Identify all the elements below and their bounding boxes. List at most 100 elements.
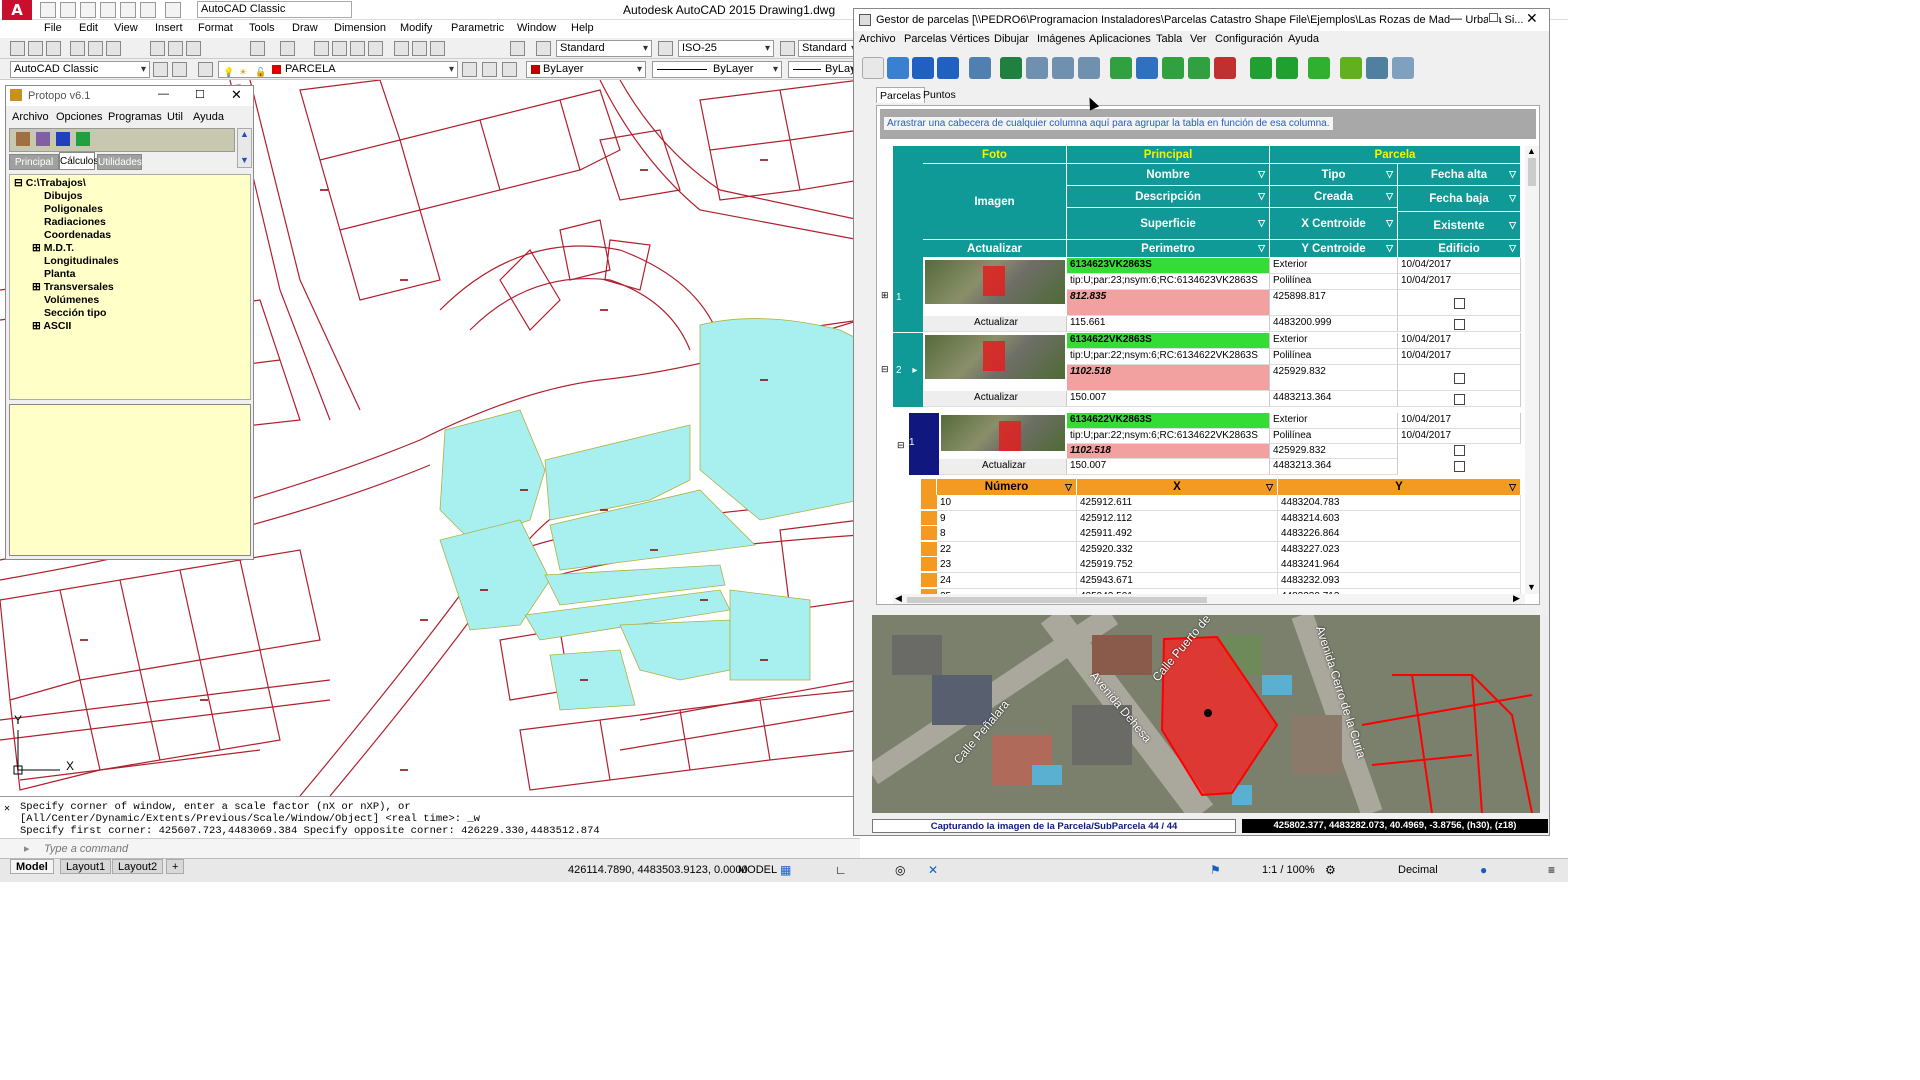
tree-item-volumenes[interactable]: Volúmenes (44, 294, 99, 306)
menu-edit[interactable]: Edit (79, 22, 98, 34)
ortho-icon[interactable]: ∟ (835, 863, 847, 877)
cell-fecha-alta[interactable]: 10/04/2017 (1398, 333, 1521, 349)
plot-icon[interactable] (70, 41, 85, 56)
menu-modify[interactable]: Modify (400, 22, 432, 34)
pan-icon[interactable] (314, 41, 329, 56)
tab-model[interactable]: Model (10, 859, 54, 874)
row-index[interactable]: 1 (893, 258, 923, 332)
cell-perimetro[interactable]: 115.661 (1067, 316, 1270, 332)
band-principal[interactable]: Principal (1067, 146, 1270, 164)
group-by-panel[interactable]: Arrastrar una cabecera de cualquier colu… (880, 109, 1536, 139)
filter-icon[interactable]: ▽ (1386, 191, 1393, 202)
protopo-menu-opciones[interactable]: Opciones (56, 111, 102, 123)
point-y[interactable]: 4483227.023 (1278, 541, 1521, 558)
print-icon[interactable] (120, 2, 136, 18)
new-icon[interactable] (40, 2, 56, 18)
gestor-close-icon[interactable]: ✕ (1526, 10, 1538, 27)
cell-y-centroide[interactable]: 4483213.364 (1270, 391, 1398, 407)
expand-icon[interactable]: ⊞ (881, 290, 889, 301)
col-perimetro[interactable]: Perimetro ▽ (1067, 240, 1270, 258)
cell-y-centroide[interactable]: 4483200.999 (1270, 316, 1398, 332)
point-x[interactable]: 425911.492 (1077, 526, 1278, 543)
tree-item-mdt[interactable]: ⊞ M.D.T. (32, 242, 74, 254)
existente-checkbox[interactable] (1454, 373, 1465, 384)
tool-icon-2[interactable] (36, 132, 50, 146)
col-edificio[interactable]: Edificio ▽ (1398, 240, 1521, 258)
protopo-scrollbar[interactable]: ▲ ▼ (237, 128, 252, 168)
cell-superficie[interactable]: 812.835 (1067, 290, 1270, 316)
lineweight-combo[interactable]: ByLay (788, 61, 860, 78)
import-gml-icon[interactable] (1026, 57, 1048, 79)
menu-parametric[interactable]: Parametric (451, 22, 504, 34)
annotation-scale[interactable]: 1:1 / 100% (1262, 864, 1315, 876)
scroll-up-icon[interactable]: ▲ (240, 129, 249, 139)
scroll-right-icon[interactable]: ▶ (1513, 593, 1520, 604)
minimize-icon[interactable]: — (158, 88, 169, 100)
cell-x-centroide[interactable]: 425929.832 (1270, 365, 1398, 391)
edificio-checkbox[interactable] (1454, 319, 1465, 330)
color-combo[interactable]: ByLayer (526, 61, 646, 78)
cell-superficie[interactable]: 1102.518 (1067, 365, 1270, 391)
cell-creada[interactable]: Polilínea (1270, 349, 1398, 365)
help-tool-icon[interactable] (510, 41, 525, 56)
redo-icon[interactable] (165, 2, 181, 18)
tab-utilidades[interactable]: Utilidades (97, 154, 142, 170)
gmenu-ver[interactable]: Ver (1190, 33, 1207, 45)
actualizar-button[interactable]: Actualizar (923, 316, 1067, 332)
preview-icon[interactable] (88, 41, 103, 56)
workspace-combo[interactable]: AutoCAD Classic (197, 1, 352, 18)
layer-combo[interactable]: 💡 ☀ 🔓 PARCELA (218, 61, 458, 78)
cell-fecha-baja[interactable]: 10/04/2017 (1398, 429, 1521, 444)
gmenu-archivo[interactable]: Archivo (859, 33, 896, 45)
undo-tool-icon[interactable] (250, 41, 265, 56)
parcel-thumbnail[interactable] (925, 260, 1065, 304)
isolate-icon[interactable]: ● (1480, 863, 1487, 877)
subrow-index[interactable]: 1 (909, 413, 939, 475)
col-existente[interactable]: Existente ▽ (1398, 212, 1521, 240)
cell-nombre[interactable]: 6134622VK2863S (1067, 413, 1270, 429)
layers-icon[interactable] (1366, 57, 1388, 79)
workspace-settings-icon[interactable] (153, 62, 168, 77)
tree-item-planta[interactable]: Planta (44, 268, 76, 280)
col-creada[interactable]: Creada ▽ (1270, 186, 1398, 208)
existente-checkbox[interactable] (1454, 298, 1465, 309)
zoom-previous-icon[interactable] (368, 41, 383, 56)
linetype-combo[interactable]: ByLayer (652, 61, 782, 78)
gmenu-vertices[interactable]: Vértices (950, 33, 990, 45)
band-parcela[interactable]: Parcela (1270, 146, 1521, 164)
vertex-cad-icon[interactable] (1188, 57, 1210, 79)
filter-icon[interactable]: ▽ (1509, 243, 1516, 254)
gmenu-configuracion[interactable]: Configuración (1215, 33, 1283, 45)
tab-principal[interactable]: Principal (9, 154, 59, 170)
col-y-centroide[interactable]: Y Centroide ▽ (1270, 240, 1398, 258)
autocad-logo[interactable]: A (2, 0, 32, 20)
cell-y-centroide[interactable]: 4483213.364 (1270, 459, 1398, 475)
ws-save-icon[interactable] (172, 62, 187, 77)
tab-layout1[interactable]: Layout1 (60, 859, 112, 874)
menu-format[interactable]: Format (198, 22, 233, 34)
gmenu-tabla[interactable]: Tabla (1156, 33, 1182, 45)
col-tipo[interactable]: Tipo ▽ (1270, 164, 1398, 186)
import-shp-icon[interactable] (1078, 57, 1100, 79)
col-imagen[interactable]: Imagen (923, 164, 1067, 240)
point-y[interactable]: 4483232.093 (1278, 573, 1521, 589)
gmenu-aplicaciones[interactable]: Aplicaciones (1089, 33, 1151, 45)
units-label[interactable]: Decimal (1398, 864, 1438, 876)
save-icon[interactable] (80, 2, 96, 18)
design-center-icon[interactable] (412, 41, 427, 56)
cell-tipo[interactable]: Exterior (1270, 413, 1398, 429)
aerial-map[interactable] (872, 615, 1546, 813)
point-number[interactable]: 24 (937, 573, 1077, 589)
filter-icon[interactable]: ▽ (1386, 218, 1393, 229)
point-x[interactable]: 425912.611 (1077, 495, 1278, 511)
filter-icon[interactable]: ▽ (1258, 169, 1265, 180)
point-number[interactable]: 10 (937, 495, 1077, 511)
tree-root[interactable]: ⊟ C:\Trabajos\ (14, 177, 86, 189)
grid-vscroll[interactable]: ▲ ▼ (1525, 146, 1539, 594)
filter-icon[interactable]: ▽ (1258, 191, 1265, 202)
annotation-icon[interactable]: ⚑ (1210, 863, 1221, 877)
cell-fecha-alta[interactable]: 10/04/2017 (1398, 258, 1521, 274)
scroll-down-icon[interactable]: ▼ (240, 155, 249, 165)
save-all-icon[interactable] (937, 57, 959, 79)
cell-fecha-baja[interactable]: 10/04/2017 (1398, 274, 1521, 290)
